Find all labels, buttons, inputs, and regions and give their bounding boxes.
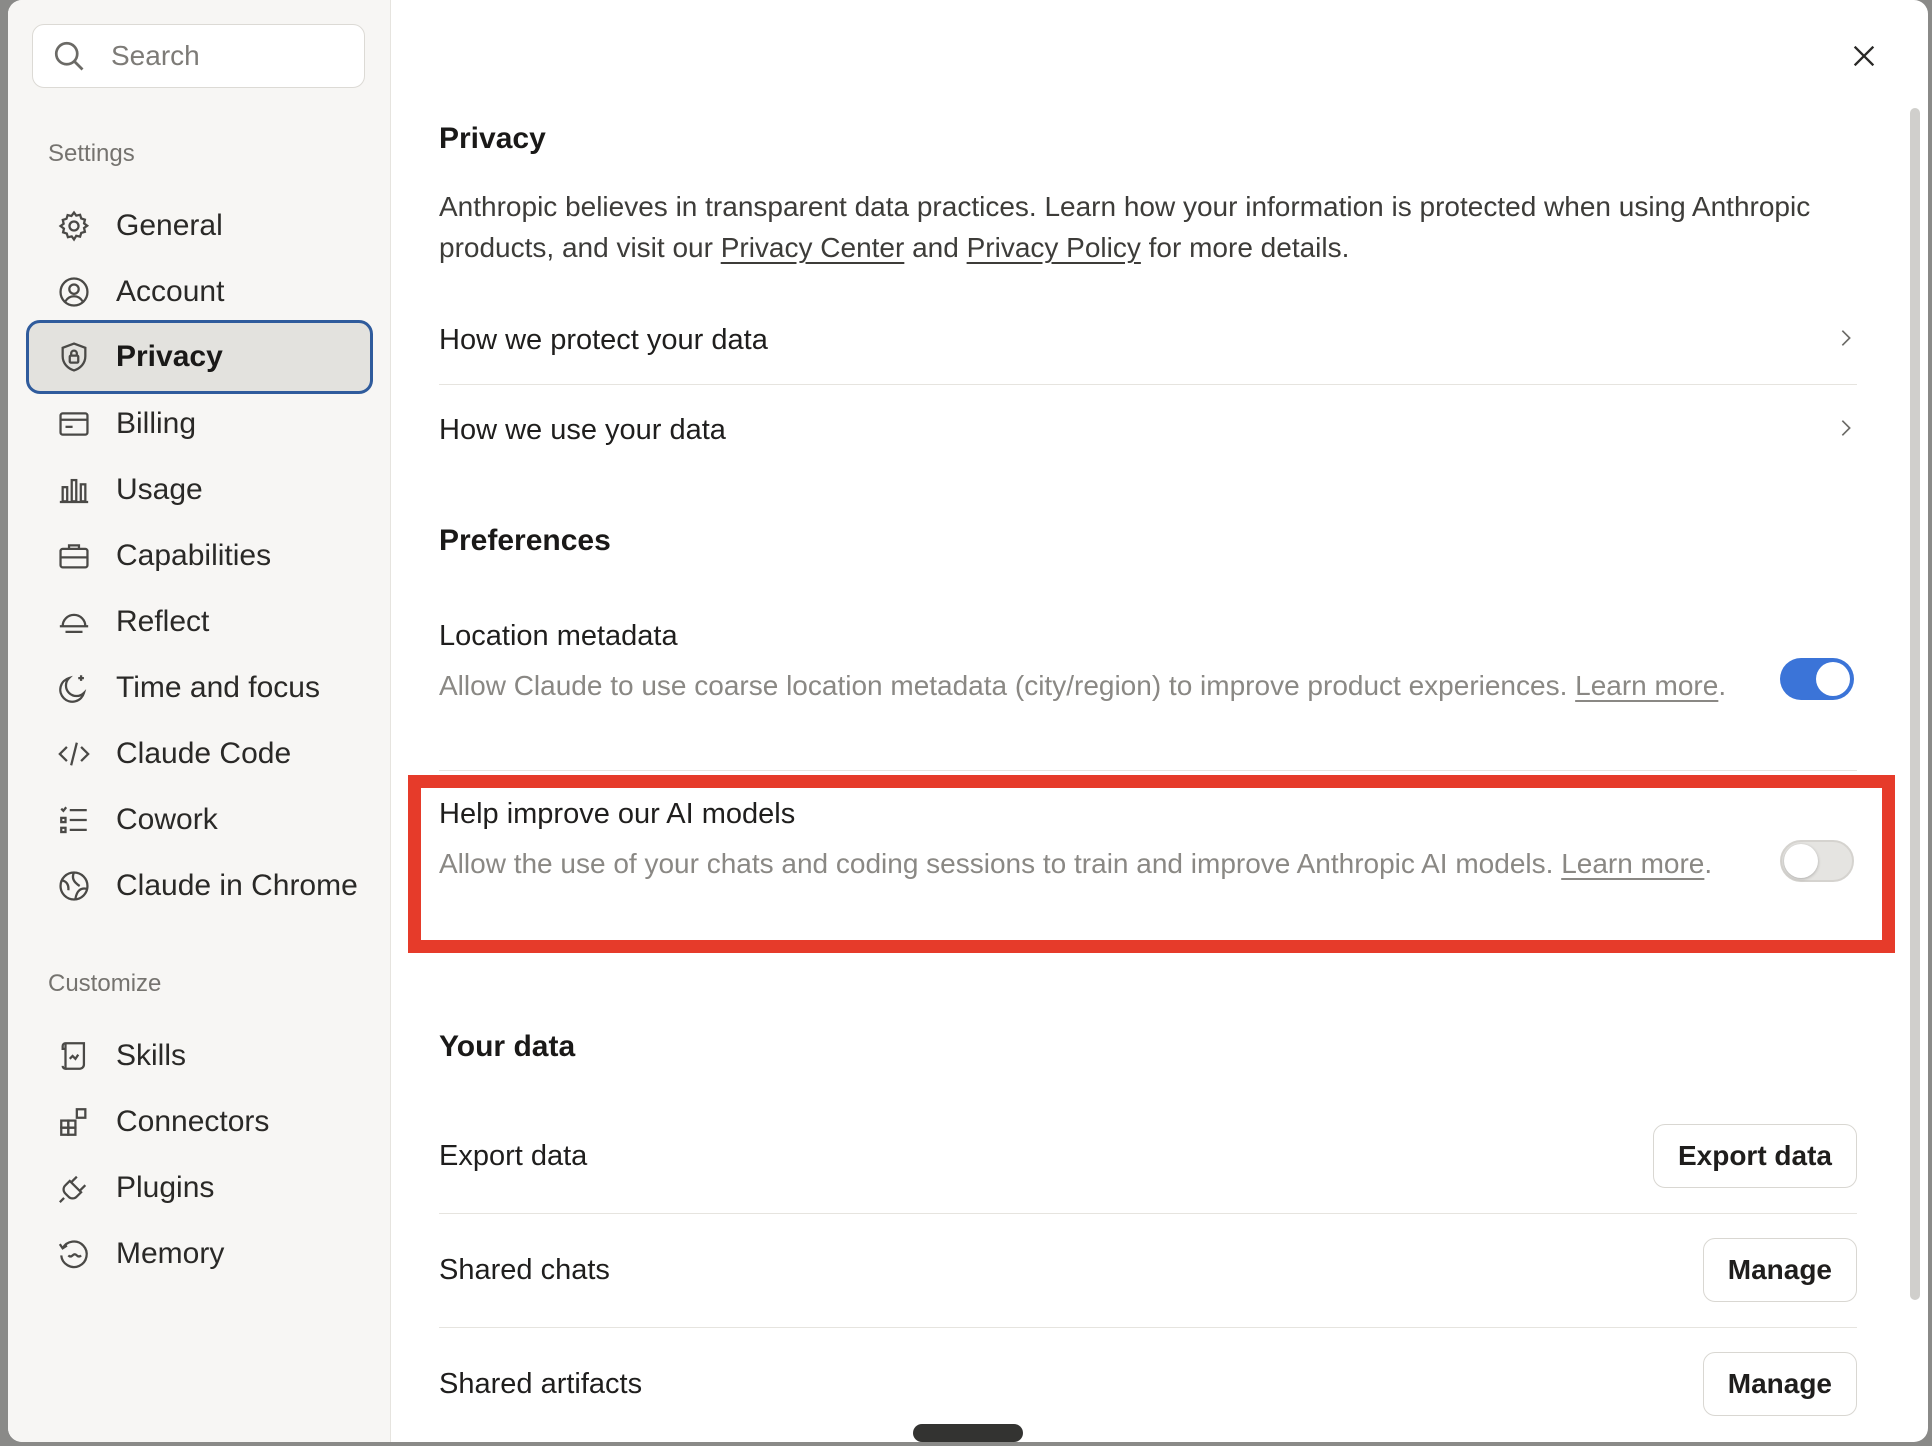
shared-artifacts-label: Shared artifacts [439,1367,643,1400]
how-we-use-row[interactable]: How we use your data [439,408,1857,452]
sidebar-item-capabilities[interactable]: Capabilities [26,519,373,593]
export-data-label: Export data [439,1139,588,1172]
settings-section-label: Settings [48,140,135,167]
scrollbar[interactable] [1910,108,1920,1300]
sidebar-item-label: Privacy [116,340,223,373]
sidebar-item-reflect[interactable]: Reflect [26,585,373,659]
sidebar-item-label: Memory [116,1237,225,1270]
settings-window: Search Settings General Account Privacy [8,0,1928,1442]
sidebar-item-label: Reflect [116,605,210,638]
sidebar-item-skills[interactable]: Skills [26,1019,373,1093]
memory-icon [54,1234,94,1274]
sidebar-item-label: General [116,209,223,242]
sidebar-item-label: Usage [116,473,203,506]
preferences-heading: Preferences [439,524,611,557]
sidebar-item-label: Plugins [116,1171,215,1204]
sidebar-item-plugins[interactable]: Plugins [26,1151,373,1225]
list-icon [54,800,94,840]
sidebar-item-label: Time and focus [116,671,320,704]
sidebar-item-time-and-focus[interactable]: Time and focus [26,651,373,725]
privacy-center-link[interactable]: Privacy Center [721,232,905,263]
close-icon [1850,42,1878,75]
privacy-heading: Privacy [439,122,546,155]
sidebar-item-label: Claude Code [116,737,292,770]
divider [439,1213,1857,1214]
your-data-heading: Your data [439,1030,576,1063]
search-box[interactable]: Search [32,24,365,88]
location-metadata-title: Location metadata [439,620,678,652]
moon-icon [54,668,94,708]
privacy-intro: Anthropic believes in transparent data p… [439,191,1811,263]
highlight-box [408,775,1895,953]
blocks-icon [54,1102,94,1142]
manage-shared-artifacts-button[interactable]: Manage [1702,1352,1857,1416]
customize-section-label: Customize [48,970,162,997]
sidebar-item-general[interactable]: General [26,189,373,263]
sidebar-item-privacy[interactable]: Privacy [26,320,373,394]
gear-icon [54,206,94,246]
manage-shared-chats-button[interactable]: Manage [1702,1238,1857,1302]
bar-chart-icon [54,470,94,510]
export-data-button[interactable]: Export data [1652,1124,1857,1188]
globe-icon [54,866,94,906]
credit-card-icon [54,404,94,444]
toggle-knob [1816,662,1850,696]
export-data-row: Export data Export data [439,1124,1857,1188]
location-metadata-toggle[interactable] [1780,658,1854,700]
divider [439,770,1857,771]
search-input[interactable]: Search [111,40,200,72]
sidebar-item-claude-code[interactable]: Claude Code [26,717,373,791]
sidebar-item-billing[interactable]: Billing [26,387,373,461]
sidebar: Search Settings General Account Privacy [8,0,391,1442]
sidebar-item-label: Account [116,275,225,308]
sidebar-item-account[interactable]: Account [26,255,373,329]
scroll-icon [54,1036,94,1076]
how-we-use-label: How we use your data [439,413,726,446]
how-we-protect-label: How we protect your data [439,323,768,356]
privacy-policy-link[interactable]: Privacy Policy [967,232,1141,263]
shared-chats-row: Shared chats Manage [439,1238,1857,1302]
close-button[interactable] [1844,38,1884,78]
plug-icon [54,1168,94,1208]
sidebar-item-usage[interactable]: Usage [26,453,373,527]
sidebar-item-claude-in-chrome[interactable]: Claude in Chrome [26,849,373,923]
sidebar-item-cowork[interactable]: Cowork [26,783,373,857]
divider [439,384,1857,385]
sidebar-item-label: Cowork [116,803,218,836]
briefcase-icon [54,536,94,576]
sidebar-item-label: Skills [116,1039,187,1072]
learn-more-link[interactable]: Learn more [1575,670,1718,701]
sidebar-item-memory[interactable]: Memory [26,1217,373,1291]
location-metadata-desc: Allow Claude to use coarse location meta… [439,670,1727,701]
sidebar-item-connectors[interactable]: Connectors [26,1085,373,1159]
sidebar-item-label: Connectors [116,1105,270,1138]
sidebar-item-label: Claude in Chrome [116,869,358,902]
chevron-right-icon [1835,324,1857,357]
shared-artifacts-row: Shared artifacts Manage [439,1352,1857,1416]
chevron-right-icon [1835,414,1857,447]
sunrise-icon [54,602,94,642]
sidebar-item-label: Capabilities [116,539,272,572]
main-panel: Privacy Anthropic believes in transparen… [391,0,1928,1442]
home-indicator [913,1424,1023,1442]
sidebar-item-label: Billing [116,407,197,440]
shield-lock-icon [54,337,94,377]
shared-chats-label: Shared chats [439,1253,610,1286]
search-icon [49,36,89,76]
divider [439,1327,1857,1328]
how-we-protect-row[interactable]: How we protect your data [439,318,1857,362]
user-circle-icon [54,272,94,312]
code-icon [54,734,94,774]
